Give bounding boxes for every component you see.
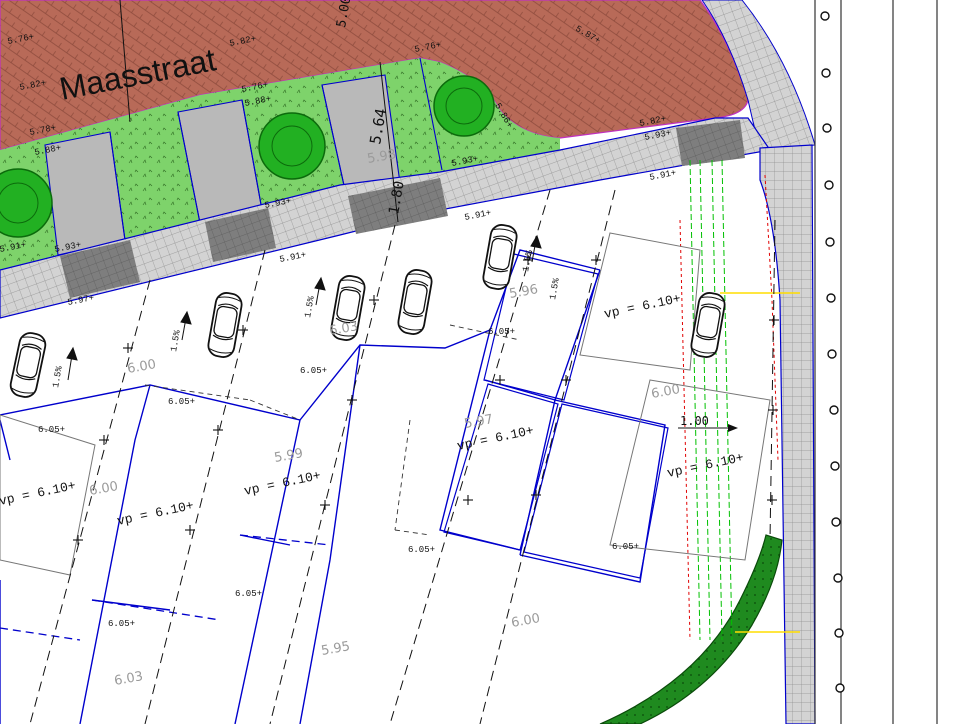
svg-text:6.05+: 6.05+ [488,327,515,337]
svg-text:6.05+: 6.05+ [168,397,195,407]
svg-text:6.05+: 6.05+ [612,542,639,552]
tree-icon [258,112,326,180]
svg-text:6.05+: 6.05+ [108,619,135,629]
svg-text:6.05+: 6.05+ [38,425,65,435]
svg-text:6.05+: 6.05+ [408,545,435,555]
site-plan: Maasstraat 5.00 5.64 1.80 1.00 5.76+ 5.8… [0,0,962,724]
dimension-label: 1.00 [680,414,709,428]
tree-icon [433,75,495,137]
svg-text:6.05+: 6.05+ [235,589,262,599]
svg-text:6.05+: 6.05+ [300,366,327,376]
